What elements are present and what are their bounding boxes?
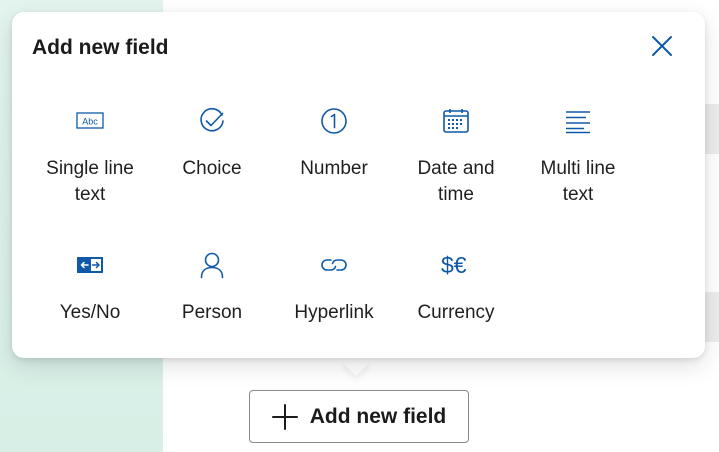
field-type-currency[interactable]: $€ Currency bbox=[395, 238, 517, 358]
field-type-multi-line-text[interactable]: Multi line text bbox=[517, 94, 639, 214]
field-type-label: Yes/No bbox=[59, 302, 121, 323]
plus-icon bbox=[271, 403, 298, 430]
field-type-label: Multi line text bbox=[540, 158, 616, 205]
calendar-icon bbox=[441, 106, 471, 136]
text-abc-icon: Abc bbox=[75, 106, 105, 136]
check-circle-icon bbox=[197, 106, 227, 136]
field-type-person[interactable]: Person bbox=[151, 238, 273, 358]
field-type-label: Person bbox=[181, 302, 243, 323]
add-field-popup: Add new field Abc Single line text Choic… bbox=[12, 12, 705, 358]
field-type-date-and-time[interactable]: Date and time bbox=[395, 94, 517, 214]
field-type-number[interactable]: Number bbox=[273, 94, 395, 214]
field-type-label: Number bbox=[300, 158, 368, 179]
field-type-label: Choice bbox=[182, 158, 242, 179]
field-type-yes-no[interactable]: Yes/No bbox=[29, 238, 151, 358]
lines-icon bbox=[563, 106, 593, 136]
link-icon bbox=[319, 250, 349, 280]
close-icon bbox=[652, 36, 672, 56]
close-button[interactable] bbox=[648, 32, 676, 60]
field-type-label: Currency bbox=[417, 302, 495, 323]
currency-icon: $€ bbox=[441, 250, 471, 280]
field-type-label: Single line text bbox=[46, 158, 134, 205]
svg-text:Abc: Abc bbox=[82, 117, 98, 127]
field-type-single-line-text[interactable]: Abc Single line text bbox=[29, 94, 151, 214]
number-one-icon bbox=[319, 106, 349, 136]
field-type-choice[interactable]: Choice bbox=[151, 94, 273, 214]
field-type-label: Hyperlink bbox=[294, 302, 374, 323]
svg-text:$€: $€ bbox=[441, 252, 467, 278]
popup-title: Add new field bbox=[32, 36, 169, 59]
add-new-field-button[interactable]: Add new field bbox=[249, 390, 469, 443]
person-icon bbox=[197, 250, 227, 280]
toggle-arrows-icon bbox=[75, 250, 105, 280]
field-type-hyperlink[interactable]: Hyperlink bbox=[273, 238, 395, 358]
add-new-field-label: Add new field bbox=[309, 404, 447, 428]
field-type-label: Date and time bbox=[417, 158, 495, 205]
